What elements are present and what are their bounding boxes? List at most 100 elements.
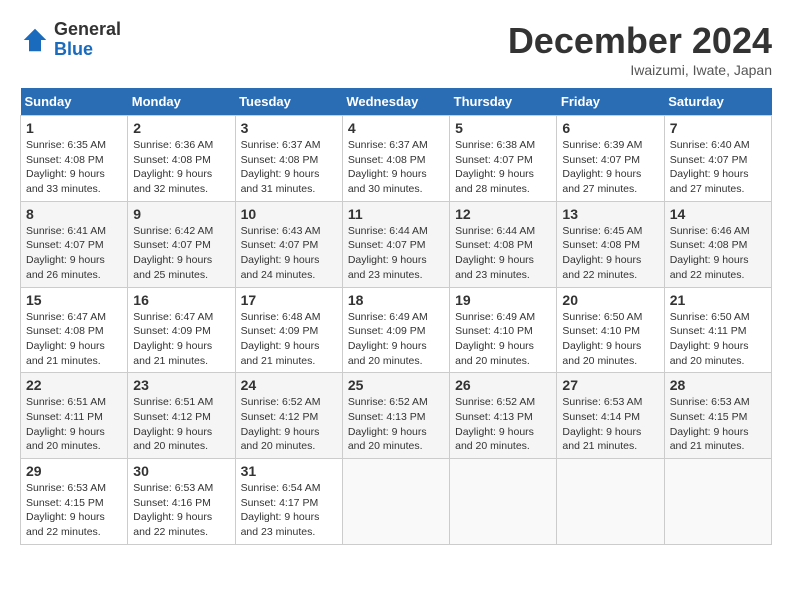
cell-details: Sunrise: 6:48 AMSunset: 4:09 PMDaylight:…: [241, 311, 321, 367]
cell-details: Sunrise: 6:54 AMSunset: 4:17 PMDaylight:…: [241, 482, 321, 538]
calendar-day-cell: 31 Sunrise: 6:54 AMSunset: 4:17 PMDaylig…: [235, 459, 342, 545]
weekday-header-wednesday: Wednesday: [342, 88, 449, 116]
cell-details: Sunrise: 6:51 AMSunset: 4:11 PMDaylight:…: [26, 396, 106, 452]
weekday-header-tuesday: Tuesday: [235, 88, 342, 116]
cell-details: Sunrise: 6:53 AMSunset: 4:15 PMDaylight:…: [670, 396, 750, 452]
day-number: 9: [133, 206, 229, 222]
cell-details: Sunrise: 6:52 AMSunset: 4:12 PMDaylight:…: [241, 396, 321, 452]
weekday-header-row: SundayMondayTuesdayWednesdayThursdayFrid…: [21, 88, 772, 116]
calendar-day-cell: 15 Sunrise: 6:47 AMSunset: 4:08 PMDaylig…: [21, 287, 128, 373]
calendar-day-cell: 19 Sunrise: 6:49 AMSunset: 4:10 PMDaylig…: [450, 287, 557, 373]
calendar-day-cell: 13 Sunrise: 6:45 AMSunset: 4:08 PMDaylig…: [557, 201, 664, 287]
cell-details: Sunrise: 6:44 AMSunset: 4:07 PMDaylight:…: [348, 225, 428, 281]
logo-text: General Blue: [54, 20, 121, 60]
cell-details: Sunrise: 6:39 AMSunset: 4:07 PMDaylight:…: [562, 139, 642, 195]
calendar-day-cell: 14 Sunrise: 6:46 AMSunset: 4:08 PMDaylig…: [664, 201, 771, 287]
calendar-day-cell: 22 Sunrise: 6:51 AMSunset: 4:11 PMDaylig…: [21, 373, 128, 459]
page-header: General Blue December 2024 Iwaizumi, Iwa…: [20, 20, 772, 78]
calendar-day-cell: 21 Sunrise: 6:50 AMSunset: 4:11 PMDaylig…: [664, 287, 771, 373]
calendar-day-cell: 12 Sunrise: 6:44 AMSunset: 4:08 PMDaylig…: [450, 201, 557, 287]
cell-details: Sunrise: 6:42 AMSunset: 4:07 PMDaylight:…: [133, 225, 213, 281]
day-number: 21: [670, 292, 766, 308]
cell-details: Sunrise: 6:47 AMSunset: 4:08 PMDaylight:…: [26, 311, 106, 367]
day-number: 28: [670, 377, 766, 393]
day-number: 15: [26, 292, 122, 308]
day-number: 4: [348, 120, 444, 136]
calendar-day-cell: 16 Sunrise: 6:47 AMSunset: 4:09 PMDaylig…: [128, 287, 235, 373]
cell-details: Sunrise: 6:50 AMSunset: 4:11 PMDaylight:…: [670, 311, 750, 367]
calendar-day-cell: 30 Sunrise: 6:53 AMSunset: 4:16 PMDaylig…: [128, 459, 235, 545]
weekday-header-sunday: Sunday: [21, 88, 128, 116]
location-text: Iwaizumi, Iwate, Japan: [508, 62, 772, 78]
cell-details: Sunrise: 6:36 AMSunset: 4:08 PMDaylight:…: [133, 139, 213, 195]
calendar-day-cell: 28 Sunrise: 6:53 AMSunset: 4:15 PMDaylig…: [664, 373, 771, 459]
cell-details: Sunrise: 6:50 AMSunset: 4:10 PMDaylight:…: [562, 311, 642, 367]
empty-cell: [664, 459, 771, 545]
calendar-day-cell: 29 Sunrise: 6:53 AMSunset: 4:15 PMDaylig…: [21, 459, 128, 545]
month-title: December 2024: [508, 20, 772, 62]
calendar-day-cell: 20 Sunrise: 6:50 AMSunset: 4:10 PMDaylig…: [557, 287, 664, 373]
logo-blue-text: Blue: [54, 39, 93, 59]
cell-details: Sunrise: 6:53 AMSunset: 4:15 PMDaylight:…: [26, 482, 106, 538]
calendar-day-cell: 9 Sunrise: 6:42 AMSunset: 4:07 PMDayligh…: [128, 201, 235, 287]
day-number: 12: [455, 206, 551, 222]
empty-cell: [557, 459, 664, 545]
calendar-day-cell: 18 Sunrise: 6:49 AMSunset: 4:09 PMDaylig…: [342, 287, 449, 373]
calendar-week-row: 15 Sunrise: 6:47 AMSunset: 4:08 PMDaylig…: [21, 287, 772, 373]
weekday-header-friday: Friday: [557, 88, 664, 116]
day-number: 20: [562, 292, 658, 308]
calendar-day-cell: 24 Sunrise: 6:52 AMSunset: 4:12 PMDaylig…: [235, 373, 342, 459]
cell-details: Sunrise: 6:44 AMSunset: 4:08 PMDaylight:…: [455, 225, 535, 281]
day-number: 11: [348, 206, 444, 222]
calendar-day-cell: 25 Sunrise: 6:52 AMSunset: 4:13 PMDaylig…: [342, 373, 449, 459]
cell-details: Sunrise: 6:43 AMSunset: 4:07 PMDaylight:…: [241, 225, 321, 281]
day-number: 10: [241, 206, 337, 222]
calendar-day-cell: 11 Sunrise: 6:44 AMSunset: 4:07 PMDaylig…: [342, 201, 449, 287]
weekday-header-saturday: Saturday: [664, 88, 771, 116]
cell-details: Sunrise: 6:52 AMSunset: 4:13 PMDaylight:…: [455, 396, 535, 452]
calendar-day-cell: 17 Sunrise: 6:48 AMSunset: 4:09 PMDaylig…: [235, 287, 342, 373]
calendar-day-cell: 2 Sunrise: 6:36 AMSunset: 4:08 PMDayligh…: [128, 116, 235, 202]
calendar-week-row: 8 Sunrise: 6:41 AMSunset: 4:07 PMDayligh…: [21, 201, 772, 287]
day-number: 19: [455, 292, 551, 308]
day-number: 16: [133, 292, 229, 308]
title-block: December 2024 Iwaizumi, Iwate, Japan: [508, 20, 772, 78]
day-number: 17: [241, 292, 337, 308]
calendar-day-cell: 3 Sunrise: 6:37 AMSunset: 4:08 PMDayligh…: [235, 116, 342, 202]
calendar-table: SundayMondayTuesdayWednesdayThursdayFrid…: [20, 88, 772, 545]
day-number: 30: [133, 463, 229, 479]
logo: General Blue: [20, 20, 121, 60]
day-number: 14: [670, 206, 766, 222]
cell-details: Sunrise: 6:51 AMSunset: 4:12 PMDaylight:…: [133, 396, 213, 452]
cell-details: Sunrise: 6:49 AMSunset: 4:09 PMDaylight:…: [348, 311, 428, 367]
day-number: 13: [562, 206, 658, 222]
empty-cell: [342, 459, 449, 545]
calendar-day-cell: 5 Sunrise: 6:38 AMSunset: 4:07 PMDayligh…: [450, 116, 557, 202]
calendar-day-cell: 6 Sunrise: 6:39 AMSunset: 4:07 PMDayligh…: [557, 116, 664, 202]
weekday-header-monday: Monday: [128, 88, 235, 116]
day-number: 22: [26, 377, 122, 393]
day-number: 31: [241, 463, 337, 479]
day-number: 23: [133, 377, 229, 393]
calendar-day-cell: 23 Sunrise: 6:51 AMSunset: 4:12 PMDaylig…: [128, 373, 235, 459]
cell-details: Sunrise: 6:37 AMSunset: 4:08 PMDaylight:…: [241, 139, 321, 195]
calendar-week-row: 22 Sunrise: 6:51 AMSunset: 4:11 PMDaylig…: [21, 373, 772, 459]
cell-details: Sunrise: 6:47 AMSunset: 4:09 PMDaylight:…: [133, 311, 213, 367]
logo-icon: [20, 25, 50, 55]
calendar-week-row: 29 Sunrise: 6:53 AMSunset: 4:15 PMDaylig…: [21, 459, 772, 545]
cell-details: Sunrise: 6:45 AMSunset: 4:08 PMDaylight:…: [562, 225, 642, 281]
calendar-day-cell: 4 Sunrise: 6:37 AMSunset: 4:08 PMDayligh…: [342, 116, 449, 202]
day-number: 29: [26, 463, 122, 479]
logo-general-text: General: [54, 19, 121, 39]
day-number: 7: [670, 120, 766, 136]
cell-details: Sunrise: 6:38 AMSunset: 4:07 PMDaylight:…: [455, 139, 535, 195]
day-number: 24: [241, 377, 337, 393]
calendar-day-cell: 1 Sunrise: 6:35 AMSunset: 4:08 PMDayligh…: [21, 116, 128, 202]
cell-details: Sunrise: 6:53 AMSunset: 4:14 PMDaylight:…: [562, 396, 642, 452]
empty-cell: [450, 459, 557, 545]
day-number: 18: [348, 292, 444, 308]
day-number: 2: [133, 120, 229, 136]
calendar-day-cell: 26 Sunrise: 6:52 AMSunset: 4:13 PMDaylig…: [450, 373, 557, 459]
cell-details: Sunrise: 6:49 AMSunset: 4:10 PMDaylight:…: [455, 311, 535, 367]
day-number: 26: [455, 377, 551, 393]
